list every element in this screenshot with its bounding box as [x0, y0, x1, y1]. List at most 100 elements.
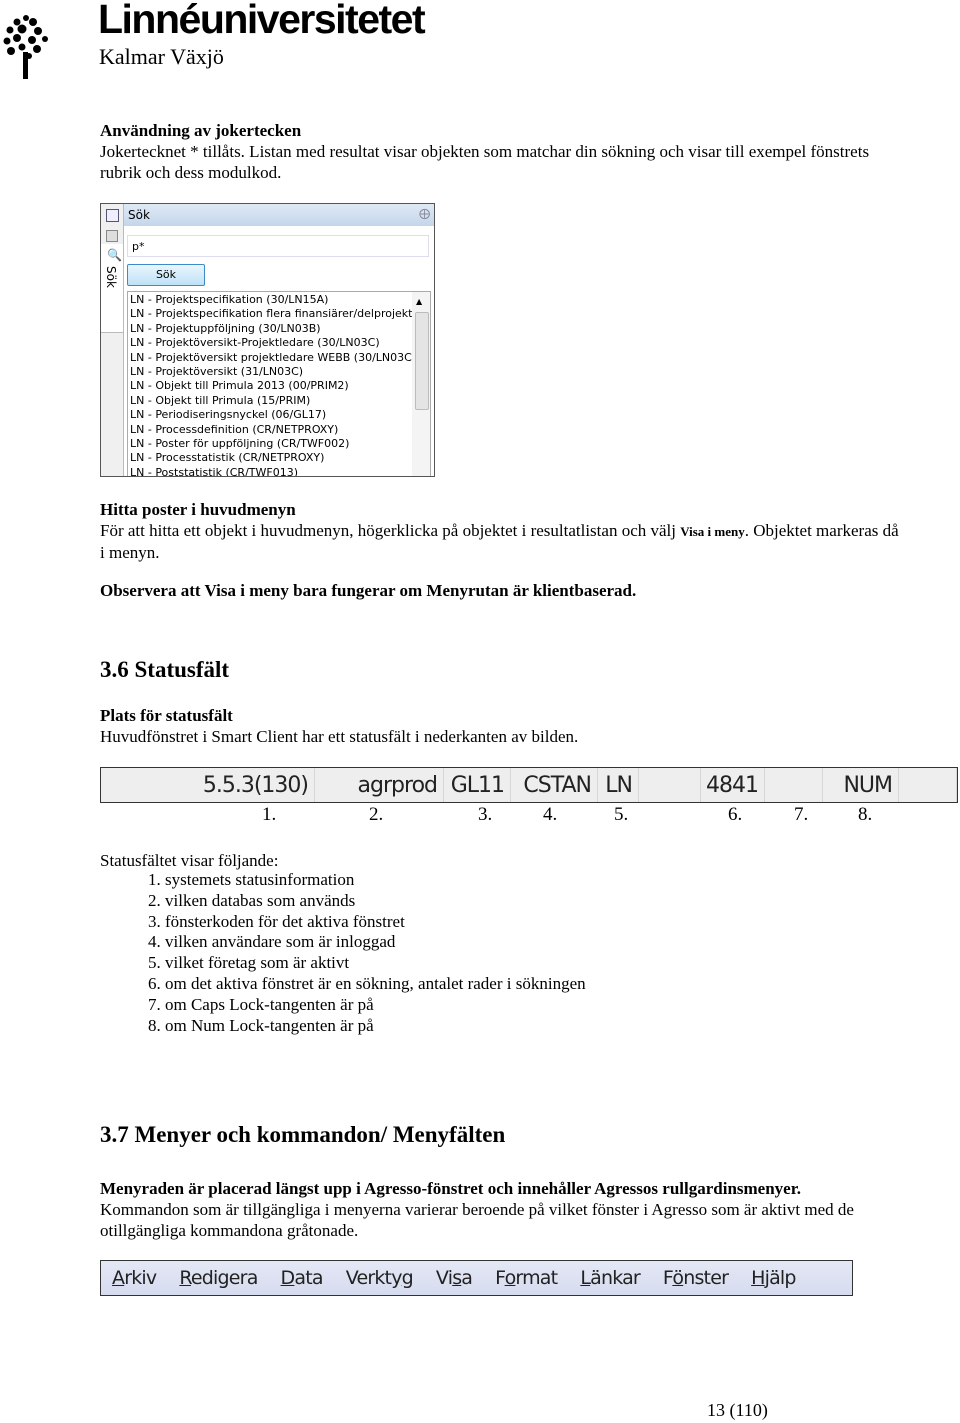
panel-title: Sök — [124, 204, 434, 226]
statusbar-items-list: systemets statusinformationvilken databa… — [100, 870, 586, 1036]
menus-lead: Menyraden är placerad längst upp i Agres… — [100, 1179, 801, 1198]
logo-title: Linnéuniversitetet — [98, 0, 426, 42]
menu-item-pre: Vi — [435, 1267, 453, 1289]
pin-icon[interactable]: ⨁ — [419, 207, 430, 220]
menu-item[interactable]: Redigera — [179, 1267, 258, 1289]
status-cell — [899, 768, 957, 802]
menu-item-post: a — [461, 1267, 473, 1289]
copy-icon — [106, 230, 118, 242]
section-3-6-title: 3.6 Statusfält — [100, 657, 230, 682]
menu-item-key: D — [280, 1267, 296, 1289]
menus-text: Kommandon som är tillgängliga i menyerna… — [100, 1200, 854, 1240]
result-item[interactable]: LN - Projektspecifikation (30/LN15A) — [130, 293, 430, 307]
side-tabs: 🔍 Sök — [101, 204, 124, 476]
status-cell-number: 2. — [369, 804, 384, 825]
menu-item-key: g — [401, 1267, 414, 1289]
status-cell-number: 8. — [858, 804, 873, 825]
statusbar-text: Huvudfönstret i Smart Client har ett sta… — [100, 727, 579, 746]
menu-item[interactable]: Visa — [435, 1267, 473, 1289]
wildcards-section: Användning av jokertecken Jokertecknet *… — [100, 120, 900, 183]
menu-item-pre: F — [495, 1267, 505, 1289]
menu-item-pre: Verkty — [345, 1267, 403, 1289]
result-item[interactable]: LN - Objekt till Primula (15/PRIM) — [130, 394, 430, 408]
result-item[interactable]: LN - Projektöversikt projektledare WEBB … — [130, 351, 430, 365]
result-item[interactable]: LN - Projektöversikt-Projektledare (30/L… — [130, 336, 430, 350]
status-cell: 4841 — [701, 768, 765, 802]
menu-item[interactable]: Verktyg — [345, 1267, 414, 1289]
window-icon — [106, 209, 119, 222]
menu-item-post: ata — [294, 1267, 323, 1289]
result-item[interactable]: LN - Objekt till Primula 2013 (00/PRIM2) — [130, 379, 430, 393]
result-item[interactable]: LN - Projektöversikt (31/LN03C) — [130, 365, 430, 379]
menu-item-key: H — [751, 1267, 765, 1289]
menus-section: Menyraden är placerad längst upp i Agres… — [100, 1178, 900, 1241]
menu-item-post: jälp — [764, 1267, 797, 1289]
status-cell — [639, 768, 701, 802]
status-list-item: om Caps Lock-tangenten är på — [165, 995, 586, 1016]
result-item[interactable]: LN - Poststatistik (CR/TWF013) — [130, 466, 430, 476]
search-button[interactable]: Sök — [127, 264, 205, 286]
status-list-item: vilken databas som används — [165, 891, 586, 912]
find-text: För att hitta ett objekt i huvudmenyn, h… — [100, 521, 681, 540]
search-side-tab[interactable]: 🔍 Sök — [101, 244, 123, 333]
status-cell: 5.5.3(130) — [101, 768, 315, 802]
status-cell: LN — [598, 768, 639, 802]
status-cell-number: 6. — [728, 804, 743, 825]
menu-item[interactable]: Format — [495, 1267, 558, 1289]
menu-item-key: ö — [672, 1267, 684, 1289]
results-list: LN - Projektspecifikation (30/LN15A) LN -… — [127, 291, 431, 476]
find-note: Observera att Visa i meny bara fungerar … — [100, 581, 637, 600]
menu-item[interactable]: Data — [280, 1267, 324, 1289]
statusbar-subheading: Plats för statusfält — [100, 706, 233, 725]
status-list-item: vilken användare som är inloggad — [165, 932, 586, 953]
status-cell-number: 3. — [478, 804, 493, 825]
menu-item[interactable]: Arkiv — [112, 1267, 157, 1289]
find-heading: Hitta poster i huvudmenyn — [100, 500, 296, 519]
status-cell — [765, 768, 823, 802]
status-list-item: fönsterkoden för det aktiva fönstret — [165, 912, 586, 933]
menu-item-post: änkar — [590, 1267, 641, 1289]
menu-item-key: o — [504, 1267, 517, 1289]
status-list-item: om Num Lock-tangenten är på — [165, 1016, 586, 1037]
status-cell-number: 1. — [262, 804, 277, 825]
menubar-screenshot: Arkiv Redigera Data Verktyg Visa Format Länkar… — [100, 1260, 853, 1296]
status-cell-number: 4. — [543, 804, 558, 825]
scroll-up-icon[interactable]: ▲ — [416, 295, 422, 309]
status-cell: CSTAN — [511, 768, 598, 802]
result-item[interactable]: LN - Poster för uppföljning (CR/TWF002) — [130, 437, 430, 451]
menu-item[interactable]: Hjälp — [751, 1267, 796, 1289]
section-3-7-title: 3.7 Menyer och kommandon/ Menyfälten — [100, 1122, 506, 1147]
statusbar-location: Plats för statusfält Huvudfönstret i Sma… — [100, 705, 900, 747]
result-item[interactable]: LN - Processtatistik (CR/NETPROXY) — [130, 451, 430, 465]
find-section: Hitta poster i huvudmenyn För att hitta … — [100, 499, 900, 563]
menu-item-key: s — [452, 1267, 462, 1289]
result-item[interactable]: LN - Projektuppföljning (30/LN03B) — [130, 322, 430, 336]
menu-item-post: edigera — [190, 1267, 258, 1289]
menu-item-key: L — [580, 1267, 591, 1289]
menu-item-key: A — [112, 1267, 125, 1289]
search-panel-screenshot: 🔍 Sök Sök ⨁ p* Sök LN - Projektspecifika… — [100, 203, 435, 477]
scrollbar-thumb[interactable] — [415, 312, 429, 410]
wildcards-heading: Användning av jokertecken — [100, 121, 302, 140]
menu-item[interactable]: Fönster — [663, 1267, 729, 1289]
status-cell: GL11 — [444, 768, 511, 802]
statusbar-screenshot: 5.5.3(130) agrprod GL11 CSTAN LN 4841 NUM — [100, 767, 958, 803]
status-cell: NUM — [823, 768, 899, 802]
visa-i-meny-command: Visa i meny — [680, 524, 745, 539]
status-list-item: systemets statusinformation — [165, 870, 586, 891]
side-tab-label: Sök — [104, 266, 118, 288]
menu-item-post: rmat — [515, 1267, 558, 1289]
result-item[interactable]: LN - Projektspecifikation flera finansiä… — [130, 307, 430, 321]
page-number: 13 (110) — [707, 1400, 768, 1420]
tree-logo-icon — [3, 15, 48, 79]
result-item[interactable]: LN - Processdefinition (CR/NETPROXY) — [130, 423, 430, 437]
result-item[interactable]: LN - Periodiseringsnyckel (06/GL17) — [130, 408, 430, 422]
menu-item-key: R — [179, 1267, 191, 1289]
scrollbar[interactable]: ▲ — [412, 292, 430, 476]
menu-item-post: rkiv — [124, 1267, 157, 1289]
search-input[interactable]: p* — [127, 235, 429, 257]
status-list-item: vilket företag som är aktivt — [165, 953, 586, 974]
menu-item[interactable]: Länkar — [580, 1267, 640, 1289]
magnifier-icon: 🔍 — [107, 248, 122, 262]
status-cell-number: 5. — [614, 804, 629, 825]
